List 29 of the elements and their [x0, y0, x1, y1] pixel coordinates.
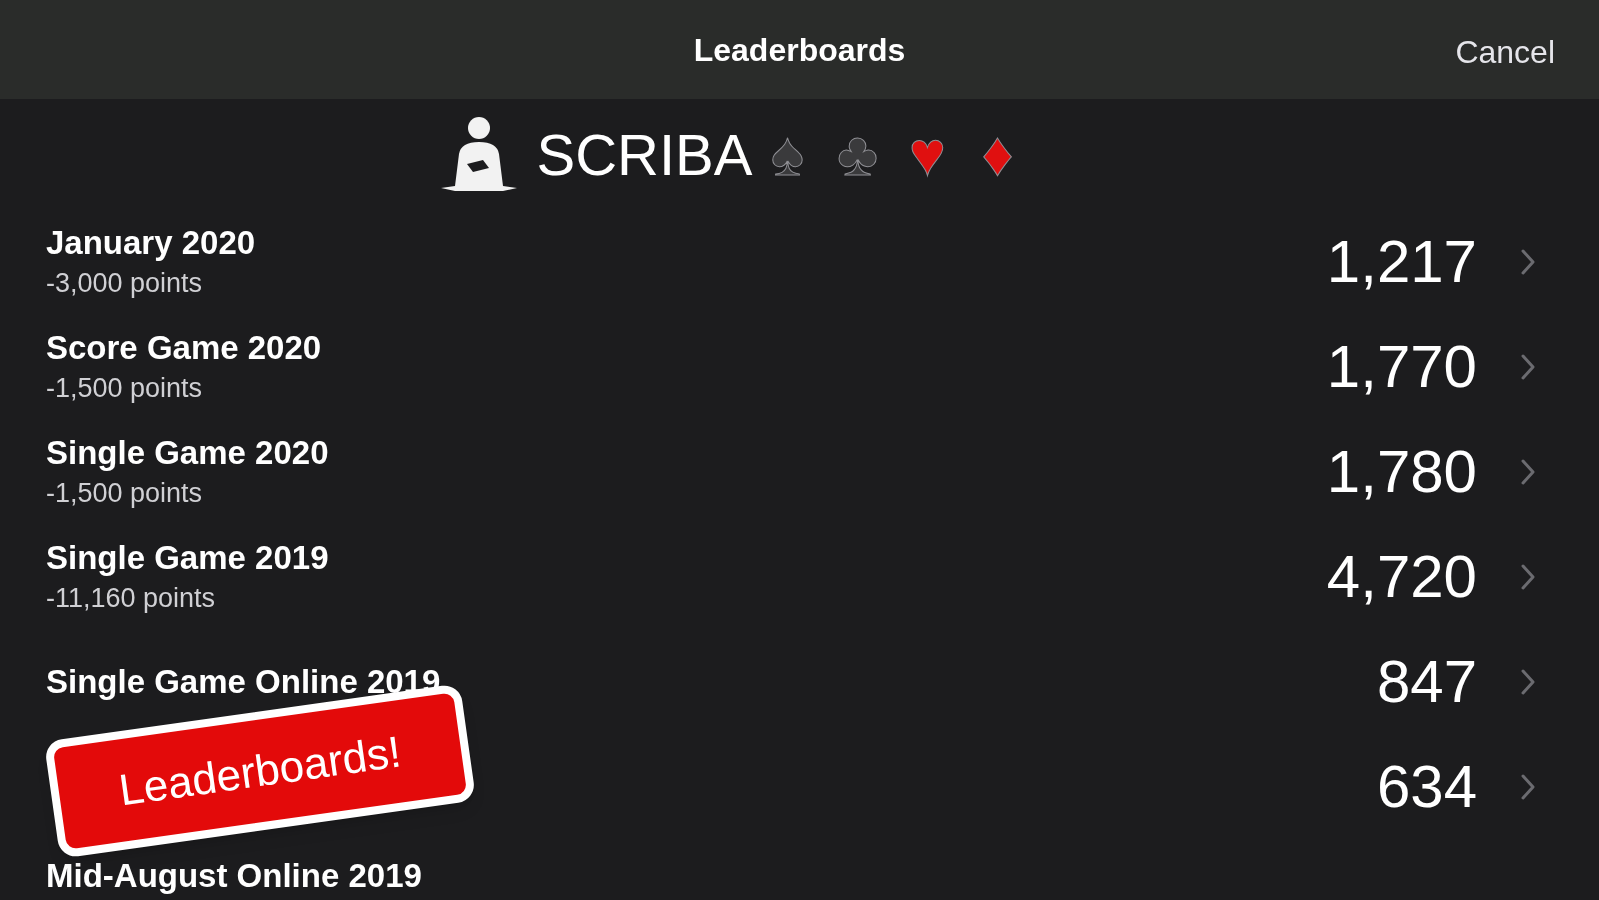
sticker-text: Leaderboards!	[115, 725, 405, 817]
suit-icon: ♣	[822, 123, 893, 185]
leaderboard-title: Mid-August Online 2019	[46, 856, 423, 896]
points-label: -1,500 points	[46, 477, 204, 511]
points-label: -11,160 points	[46, 582, 217, 616]
leaderboard-title: Single Game 2019	[46, 538, 330, 578]
cancel-button[interactable]: Cancel	[1455, 28, 1555, 76]
leaderboard-title: Score Game 2020	[46, 328, 323, 368]
score-value: 1,780	[1326, 436, 1477, 507]
score-value: 4,720	[1326, 541, 1477, 612]
chevron-icon	[1521, 773, 1535, 800]
chevron-icon	[1521, 458, 1535, 485]
window-title: Leaderboards	[693, 30, 906, 70]
leaderboard-title: Single Game 2020	[46, 433, 330, 473]
suit-icon: ♠	[752, 123, 823, 185]
leaderboard-title: January 2020	[46, 223, 257, 263]
score-value: 847	[1376, 646, 1477, 717]
chevron-icon	[1521, 668, 1535, 695]
chevron-icon	[1521, 563, 1535, 590]
chevron-icon	[1521, 248, 1535, 275]
score-value: 634	[1376, 751, 1477, 822]
suit-icon: ♥	[892, 123, 963, 185]
points-label: -3,000 points	[46, 267, 204, 301]
suit-icon: ♦	[962, 123, 1033, 185]
player-name: SCRIBA	[536, 120, 753, 189]
points-label: -1,500 points	[46, 372, 204, 406]
score-value: 1,217	[1326, 226, 1477, 297]
chevron-icon	[1521, 353, 1535, 380]
score-value: 1,770	[1326, 331, 1477, 402]
